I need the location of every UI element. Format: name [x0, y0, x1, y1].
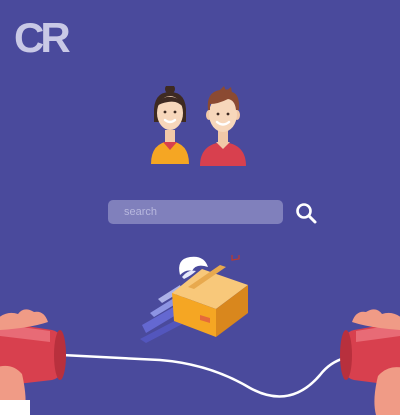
search-icon: [296, 203, 317, 224]
man-avatar-icon: [200, 86, 246, 166]
left-tin-can: [0, 309, 66, 415]
cr-logo: CR: [14, 16, 76, 58]
user-avatars: [148, 86, 248, 166]
search-button[interactable]: [294, 201, 318, 225]
right-tin-can: [340, 309, 400, 415]
logo-text: CR: [14, 16, 70, 58]
search-bar: [108, 200, 320, 226]
tin-can-telephone-illustration: [0, 300, 400, 415]
search-input[interactable]: [108, 200, 283, 224]
woman-avatar-icon: [151, 86, 189, 164]
